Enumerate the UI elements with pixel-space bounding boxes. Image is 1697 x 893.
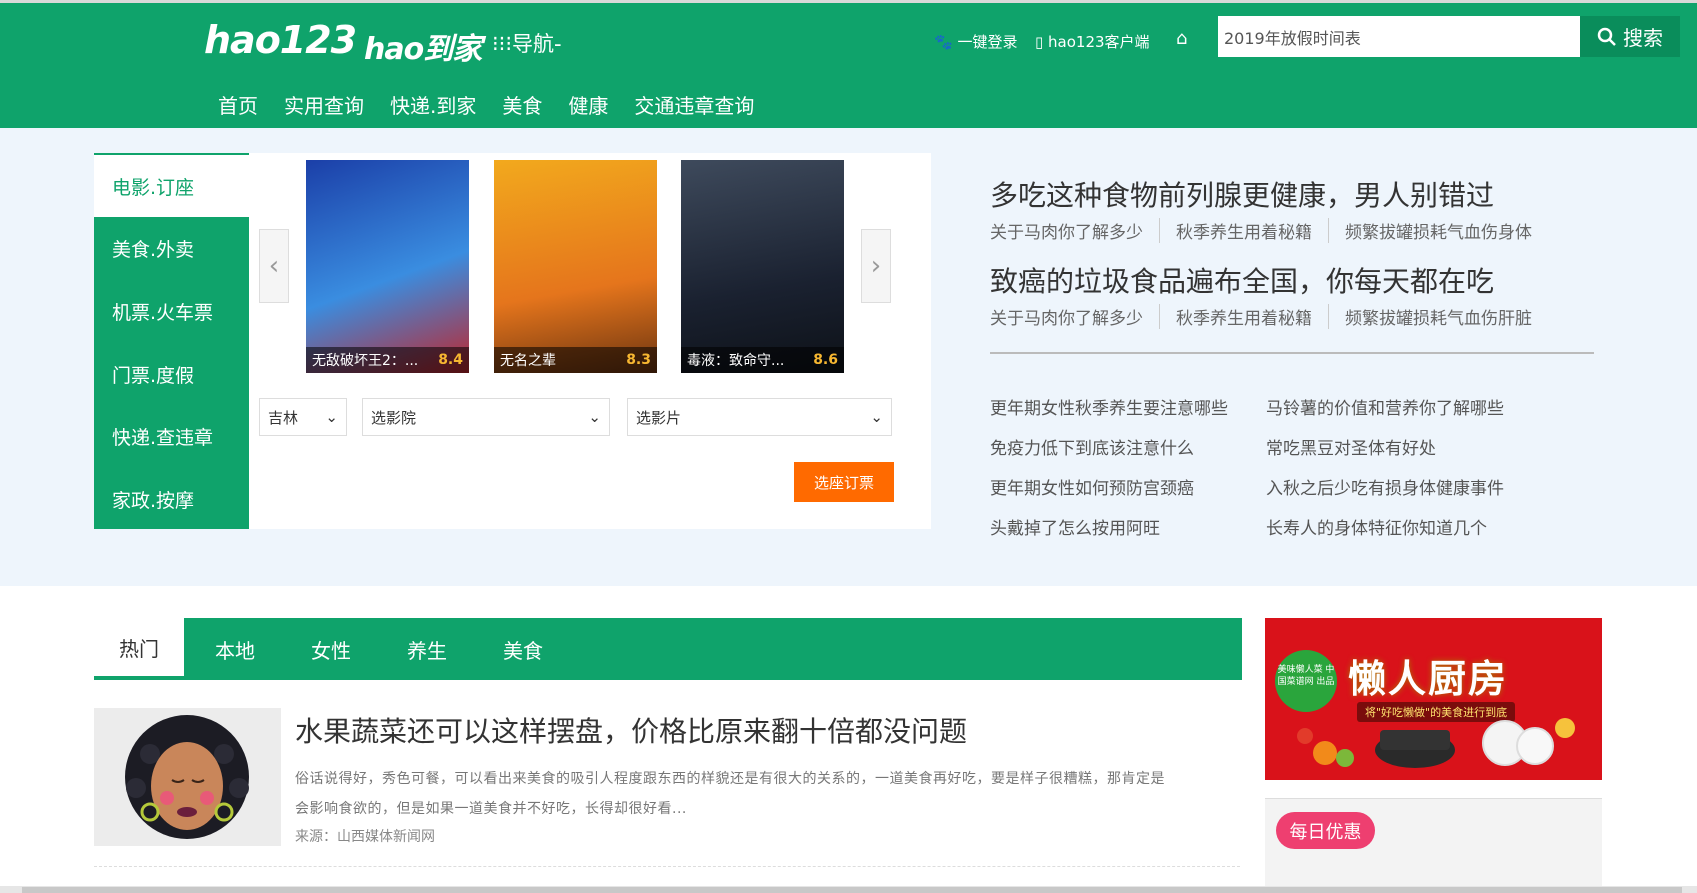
chevron-down-icon: ⌄: [325, 408, 338, 426]
sublink[interactable]: 关于马肉你了解多少: [990, 304, 1160, 329]
tab-health[interactable]: 养生: [387, 618, 467, 680]
main-menu: 首页 实用查询 快递.到家 美食 健康 交通违章查询: [218, 90, 754, 119]
city-value: 吉林: [268, 408, 299, 427]
movie-poster-2[interactable]: 无名之辈 8.3: [494, 160, 657, 373]
ad-badge: 美味懒人菜 中国菜谱网 出品: [1275, 650, 1337, 712]
cat-tickets[interactable]: 门票.度假: [94, 343, 249, 405]
article-link[interactable]: 更年期女性秋季养生要注意哪些: [990, 394, 1228, 419]
sublink[interactable]: 关于马肉你了解多少: [990, 218, 1160, 243]
article-link[interactable]: 常吃黑豆对圣体有好处: [1266, 434, 1436, 459]
cinema-select[interactable]: 选影院 ⌄: [362, 398, 610, 436]
search-button-label: 搜索: [1623, 28, 1663, 50]
menu-item-query[interactable]: 实用查询: [284, 90, 364, 119]
scrollbar-thumb[interactable]: [22, 887, 1682, 893]
article-link[interactable]: 入秋之后少吃有损身体健康事件: [1266, 474, 1504, 499]
menu-item-traffic[interactable]: 交通违章查询: [634, 90, 754, 119]
login-label: 一键登录: [957, 33, 1018, 51]
cat-food[interactable]: 美食.外卖: [94, 217, 249, 279]
menu-item-delivery[interactable]: 快递.到家: [390, 90, 476, 119]
cat-express[interactable]: 快递.查违章: [94, 405, 249, 467]
hao-daojia-logo[interactable]: hao到家: [364, 24, 482, 68]
movie-score: 8.6: [813, 352, 838, 368]
home-icon[interactable]: ⌂: [1176, 28, 1187, 49]
nav-dropdown[interactable]: ⁝⁝⁝导航-: [492, 28, 562, 58]
poster-caption: 无名之辈 8.3: [494, 347, 657, 373]
sublink[interactable]: 秋季养生用着秘籍: [1176, 304, 1329, 329]
movie-poster-3[interactable]: 毒液：致命守... 8.6: [681, 160, 844, 373]
headline-2[interactable]: 致癌的垃圾食品遍布全国，你每天都在吃: [990, 260, 1494, 300]
movie-title: 无名之辈: [500, 353, 556, 369]
article-thumbnail[interactable]: [94, 708, 281, 846]
subrow-1: 关于马肉你了解多少 秋季养生用着秘籍 频繁拔罐损耗气血伤身体: [990, 218, 1564, 243]
cat-flight[interactable]: 机票.火车票: [94, 280, 249, 342]
poster-caption: 无敌破坏王2：... 8.4: [306, 347, 469, 373]
daily-deals-badge[interactable]: 每日优惠: [1276, 812, 1375, 849]
article-link[interactable]: 头戴掉了怎么按用阿旺: [990, 514, 1160, 539]
ad-subtitle: 将"好吃懒做"的美食进行到底: [1357, 702, 1516, 722]
article-link[interactable]: 马铃薯的价值和营养你了解哪些: [1266, 394, 1504, 419]
film-placeholder: 选影片: [636, 408, 682, 427]
client-link[interactable]: ▯ hao123客户端: [1035, 31, 1150, 52]
movie-poster-1[interactable]: 无敌破坏王2：... 8.4: [306, 160, 469, 373]
cinema-placeholder: 选影院: [371, 408, 417, 427]
phone-icon: ▯: [1035, 33, 1044, 51]
movie-title: 毒液：致命守...: [687, 353, 785, 369]
movie-score: 8.3: [626, 352, 651, 368]
divider: [94, 866, 1240, 867]
hao123-logo[interactable]: hao123: [204, 18, 357, 62]
tab-food[interactable]: 美食: [483, 618, 563, 680]
next-arrow-icon[interactable]: ›: [861, 229, 891, 303]
paw-icon: 🐾: [934, 33, 953, 51]
client-label: hao123客户端: [1048, 33, 1150, 51]
menu-item-health[interactable]: 健康: [568, 90, 608, 119]
ad-title: 懒人厨房: [1348, 657, 1509, 701]
search-button[interactable]: 搜索: [1580, 16, 1680, 57]
headline-1[interactable]: 多吃这种食物前列腺更健康，男人别错过: [990, 174, 1494, 214]
book-ticket-button[interactable]: 选座订票: [794, 462, 894, 502]
movie-title: 无敌破坏王2：...: [312, 353, 419, 369]
chevron-down-icon: ⌄: [588, 408, 601, 426]
sublink[interactable]: 频繁拔罐损耗气血伤肝脏: [1345, 304, 1548, 329]
tab-underline: [94, 676, 1242, 680]
subrow-2: 关于马肉你了解多少 秋季养生用着秘籍 频繁拔罐损耗气血伤肝脏: [990, 304, 1564, 329]
city-select[interactable]: 吉林 ⌄: [259, 398, 347, 436]
tab-local[interactable]: 本地: [195, 618, 275, 680]
article-link[interactable]: 更年期女性如何预防宫颈癌: [990, 474, 1194, 499]
cat-housekeeping[interactable]: 家政.按摩: [94, 468, 249, 530]
prev-arrow-icon[interactable]: ‹: [259, 229, 289, 303]
sublink[interactable]: 频繁拔罐损耗气血伤身体: [1345, 218, 1548, 243]
article-summary: 俗话说得好，秀色可餐，可以看出来美食的吸引人程度跟东西的样貌还是有很大的关系的，…: [295, 771, 1165, 817]
cat-movie[interactable]: 电影.订座: [94, 155, 249, 217]
movie-score: 8.4: [438, 352, 463, 368]
sublink[interactable]: 秋季养生用着秘籍: [1176, 218, 1329, 243]
thumbnail-image: [94, 708, 281, 846]
film-select[interactable]: 选影片 ⌄: [627, 398, 892, 436]
article-link[interactable]: 长寿人的身体特征你知道几个: [1266, 514, 1487, 539]
search-icon: [1597, 27, 1616, 46]
poster-caption: 毒液：致命守... 8.6: [681, 347, 844, 373]
lazy-kitchen-ad[interactable]: 美味懒人菜 中国菜谱网 出品 懒人厨房 将"好吃懒做"的美食进行到底: [1265, 618, 1602, 780]
tab-hot[interactable]: 热门: [94, 618, 184, 680]
menu-item-home[interactable]: 首页: [218, 90, 258, 119]
article-link[interactable]: 免疫力低下到底该注意什么: [990, 434, 1194, 459]
article-title[interactable]: 水果蔬菜还可以这样摆盘，价格比原来翻十倍都没问题: [295, 710, 967, 750]
chevron-down-icon: ⌄: [870, 408, 883, 426]
search-input[interactable]: [1218, 16, 1580, 57]
menu-item-food[interactable]: 美食: [502, 90, 542, 119]
tab-women[interactable]: 女性: [291, 618, 371, 680]
login-link[interactable]: 🐾 一键登录: [934, 31, 1017, 52]
divider: [990, 352, 1594, 354]
article-source: 来源：山西媒体新闻网: [295, 829, 435, 845]
